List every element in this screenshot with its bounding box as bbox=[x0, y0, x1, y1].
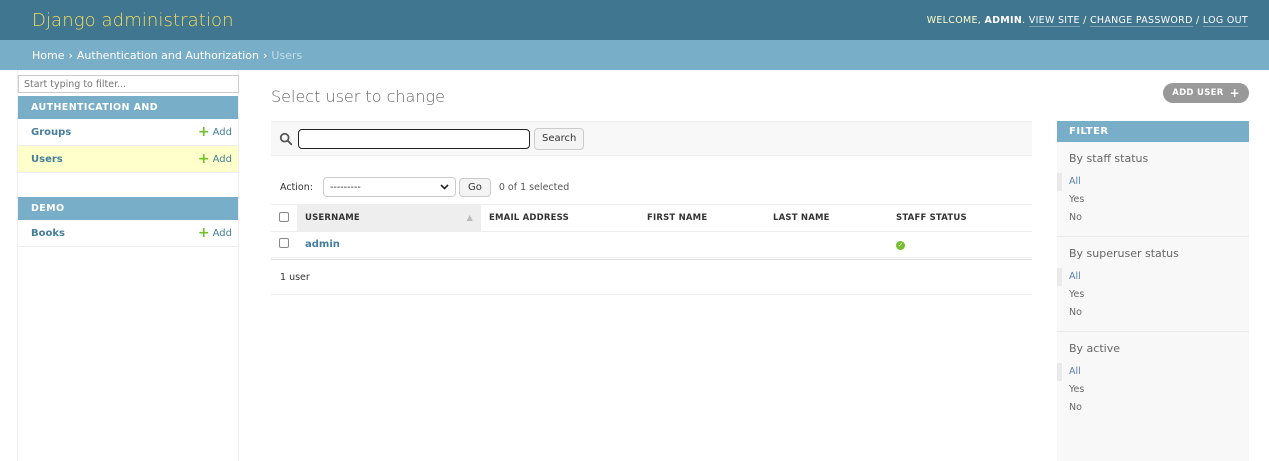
sidebar-item-label[interactable]: Groups bbox=[31, 127, 71, 138]
breadcrumb: Home › Authentication and Authorization … bbox=[0, 40, 1269, 70]
first-name-cell bbox=[639, 231, 765, 258]
module-caption[interactable]: Authentication and Authorization bbox=[18, 96, 238, 136]
plus-icon: + bbox=[197, 124, 210, 140]
breadcrumb-separator: › bbox=[68, 48, 73, 62]
sidebar-item-label[interactable]: Users bbox=[31, 154, 63, 165]
filter-group-title: By active bbox=[1069, 342, 1120, 355]
action-label: Action: bbox=[280, 181, 313, 193]
sidebar-item-label[interactable]: Books bbox=[31, 228, 65, 239]
select-all-cell bbox=[271, 204, 297, 232]
checkmark-icon: ✓ bbox=[896, 240, 905, 250]
changelist: Search Action: --------- Go 0 of 1 selec… bbox=[271, 121, 1032, 295]
table-row: admin ✓ bbox=[271, 231, 1032, 258]
header: Django administration Welcome, admin. Vi… bbox=[0, 0, 1269, 40]
search-input[interactable] bbox=[298, 128, 530, 149]
filter-option-yes[interactable]: Yes bbox=[1057, 191, 1249, 209]
breadcrumb-separator: › bbox=[263, 48, 268, 62]
change-password-link[interactable]: Change password bbox=[1089, 14, 1193, 27]
username: admin bbox=[984, 14, 1023, 26]
column-header-email[interactable]: Email address bbox=[481, 204, 639, 232]
filter-group-superuser-status: By superuser status All Yes No bbox=[1057, 237, 1249, 332]
page-title: Select user to change bbox=[271, 87, 445, 106]
sort-ascending-icon[interactable]: ▲ bbox=[467, 213, 473, 222]
row-select-cell bbox=[271, 231, 297, 258]
main: Authentication and Authorization Groups … bbox=[0, 70, 1269, 461]
actions-bar: Action: --------- Go 0 of 1 selected bbox=[271, 176, 1032, 198]
nav-sidebar: Authentication and Authorization Groups … bbox=[17, 70, 239, 461]
filter-option-no[interactable]: No bbox=[1057, 304, 1249, 322]
sidebar-item-users: Users + Add bbox=[18, 146, 238, 173]
module-demo: Demo Books + Add bbox=[18, 197, 238, 247]
plus-icon: + bbox=[197, 151, 210, 167]
breadcrumb-current: Users bbox=[271, 48, 303, 62]
object-tools: Add user + bbox=[1163, 83, 1249, 103]
site-name[interactable]: Django administration bbox=[32, 10, 234, 31]
filter-group-title: By superuser status bbox=[1069, 247, 1179, 260]
content: Select user to change Add user + Search A… bbox=[271, 70, 1249, 461]
add-books-link[interactable]: + Add bbox=[198, 226, 232, 240]
action-select[interactable]: --------- bbox=[322, 177, 456, 197]
go-button[interactable]: Go bbox=[458, 177, 491, 197]
chevron-down-icon bbox=[440, 184, 449, 190]
result-list: Username ▲ Email address First name Last … bbox=[271, 204, 1032, 258]
paginator: 1 user bbox=[271, 259, 1032, 295]
username-cell: admin bbox=[297, 231, 481, 258]
plus-icon: + bbox=[197, 225, 210, 241]
email-cell bbox=[481, 231, 639, 258]
filter-option-yes[interactable]: Yes bbox=[1057, 286, 1249, 304]
breadcrumb-home[interactable]: Home bbox=[32, 49, 64, 62]
column-header-last-name[interactable]: Last name bbox=[765, 204, 888, 232]
filter-option-no[interactable]: No bbox=[1057, 399, 1249, 417]
filter-option-all[interactable]: All bbox=[1057, 173, 1249, 191]
search-icon bbox=[279, 132, 293, 145]
filter-option-all[interactable]: All bbox=[1057, 268, 1249, 286]
filter-group-staff-status: By staff status All Yes No bbox=[1057, 142, 1249, 237]
column-header-staff-status[interactable]: Staff status bbox=[888, 204, 1032, 232]
action-counter: 0 of 1 selected bbox=[498, 181, 570, 193]
search-toolbar: Search bbox=[271, 121, 1032, 156]
user-tools: Welcome, admin. View site / Change passw… bbox=[926, 14, 1248, 27]
plus-icon: + bbox=[1229, 86, 1240, 100]
filter-option-all[interactable]: All bbox=[1057, 363, 1249, 381]
add-user-button[interactable]: Add user + bbox=[1163, 83, 1249, 103]
add-users-link[interactable]: + Add bbox=[198, 152, 232, 166]
nav-filter-input[interactable] bbox=[18, 75, 239, 93]
column-header-first-name[interactable]: First name bbox=[639, 204, 765, 232]
welcome-text: Welcome, bbox=[926, 14, 985, 26]
sidebar-item-books: Books + Add bbox=[18, 220, 238, 247]
filter-group-active: By active All Yes No bbox=[1057, 332, 1249, 426]
changelist-filter: Filter By staff status All Yes No By sup… bbox=[1057, 121, 1249, 461]
module-auth: Authentication and Authorization Groups … bbox=[18, 96, 238, 173]
search-button[interactable]: Search bbox=[534, 127, 585, 150]
filter-option-no[interactable]: No bbox=[1057, 209, 1249, 227]
log-out-link[interactable]: Log out bbox=[1202, 14, 1248, 27]
select-all-checkbox[interactable] bbox=[279, 211, 289, 222]
module-caption[interactable]: Demo bbox=[18, 197, 238, 220]
row-checkbox[interactable] bbox=[279, 238, 289, 248]
filter-option-yes[interactable]: Yes bbox=[1057, 381, 1249, 399]
column-header-username[interactable]: Username ▲ bbox=[297, 204, 481, 232]
breadcrumb-app[interactable]: Authentication and Authorization bbox=[77, 49, 259, 62]
filter-group-title: By staff status bbox=[1069, 152, 1149, 165]
view-site-link[interactable]: View site bbox=[1028, 14, 1080, 27]
staff-status-cell: ✓ bbox=[888, 231, 1032, 258]
last-name-cell bbox=[765, 231, 888, 258]
add-groups-link[interactable]: + Add bbox=[198, 125, 232, 139]
filter-title: Filter bbox=[1057, 121, 1249, 142]
username-link[interactable]: admin bbox=[305, 239, 340, 250]
